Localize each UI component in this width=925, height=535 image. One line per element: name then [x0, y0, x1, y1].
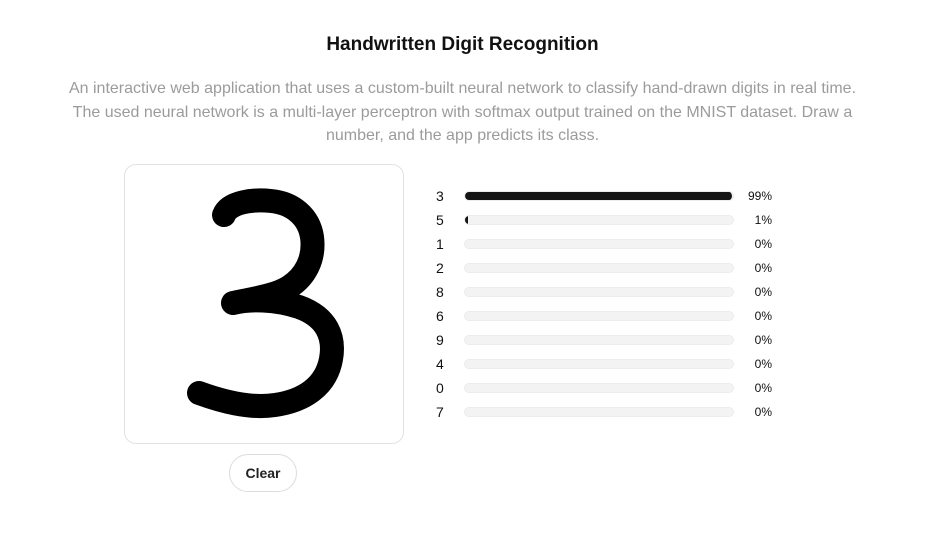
prediction-row: 5 1% [430, 208, 780, 232]
prediction-bar-track [464, 239, 734, 249]
prediction-percent: 99% [747, 189, 772, 203]
prediction-digit: 7 [436, 404, 444, 420]
prediction-row: 6 0% [430, 304, 780, 328]
prediction-row: 2 0% [430, 256, 780, 280]
handwritten-stroke [187, 188, 344, 419]
clear-button[interactable]: Clear [229, 454, 297, 492]
prediction-percent: 1% [754, 213, 772, 227]
prediction-row: 4 0% [430, 352, 780, 376]
prediction-percent: 0% [754, 381, 772, 395]
drawing-canvas[interactable] [124, 164, 404, 444]
prediction-bar-track [464, 335, 734, 345]
prediction-row: 7 0% [430, 400, 780, 424]
prediction-bar-track [464, 311, 734, 321]
prediction-bar-track [464, 287, 734, 297]
prediction-digit: 9 [436, 332, 444, 348]
prediction-bar-track [464, 191, 734, 201]
prediction-row: 3 99% [430, 184, 780, 208]
prediction-bar-track [464, 215, 734, 225]
prediction-digit: 3 [436, 188, 444, 204]
prediction-percent: 0% [754, 309, 772, 323]
prediction-bar-track [464, 359, 734, 369]
prediction-digit: 2 [436, 260, 444, 276]
prediction-bar-fill [465, 216, 468, 224]
prediction-digit: 1 [436, 236, 444, 252]
prediction-percent: 0% [754, 333, 772, 347]
prediction-percent: 0% [754, 237, 772, 251]
prediction-percent: 0% [754, 261, 772, 275]
prediction-digit: 0 [436, 380, 444, 396]
prediction-percent: 0% [754, 285, 772, 299]
prediction-row: 9 0% [430, 328, 780, 352]
prediction-row: 0 0% [430, 376, 780, 400]
prediction-list: 3 99% 5 1% 1 0% 2 0% 8 0% 6 0% 9 0% 4 0% 0 0% 7 0% [430, 184, 780, 424]
prediction-digit: 5 [436, 212, 444, 228]
prediction-bar-track [464, 407, 734, 417]
prediction-digit: 4 [436, 356, 444, 372]
prediction-row: 1 0% [430, 232, 780, 256]
page: Handwritten Digit Recognition An interac… [0, 0, 925, 535]
prediction-digit: 6 [436, 308, 444, 324]
page-title: Handwritten Digit Recognition [326, 34, 599, 55]
prediction-digit: 8 [436, 284, 444, 300]
prediction-percent: 0% [754, 357, 772, 371]
prediction-percent: 0% [754, 405, 772, 419]
prediction-bar-fill [465, 192, 733, 200]
prediction-bar-track [464, 383, 734, 393]
page-description: An interactive web application that uses… [68, 80, 857, 144]
prediction-bar-track [464, 263, 734, 273]
prediction-row: 8 0% [430, 280, 780, 304]
